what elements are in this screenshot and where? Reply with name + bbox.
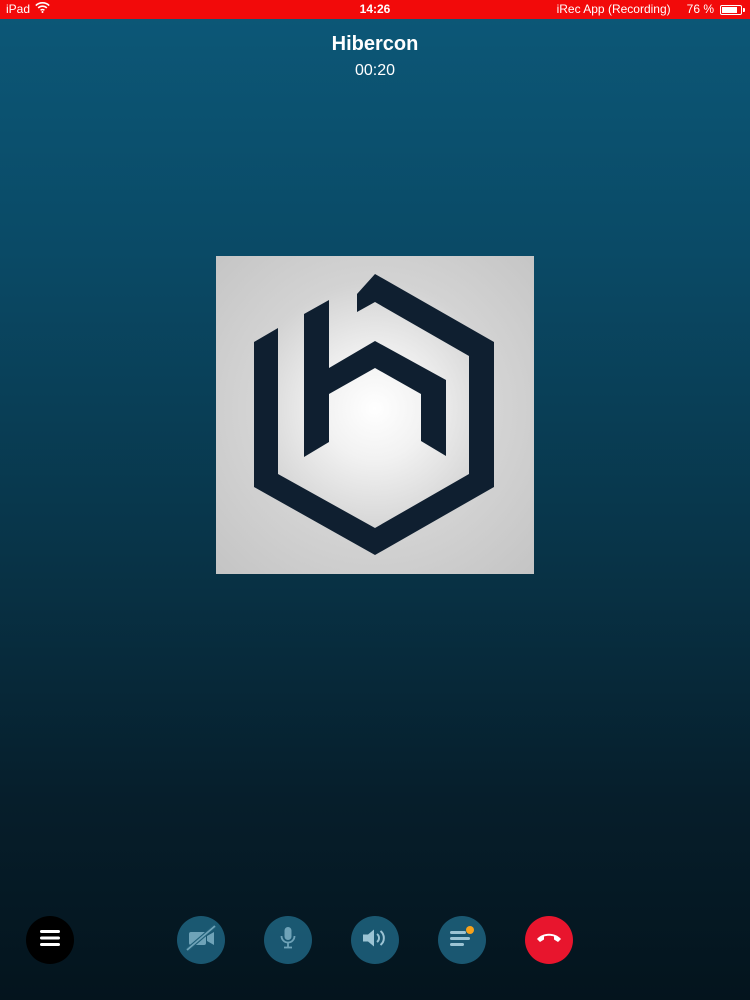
mute-button[interactable]	[264, 916, 312, 964]
microphone-icon	[279, 926, 297, 955]
contact-name: Hibercon	[331, 33, 419, 55]
video-off-icon	[184, 923, 218, 957]
video-toggle-button[interactable]	[177, 916, 225, 964]
unread-badge	[466, 925, 474, 934]
end-call-button[interactable]	[525, 916, 573, 964]
call-screen: iPad 14:26 iRec App (Recording) 76 % Hib…	[0, 0, 750, 1000]
battery-indicator: 76 %	[686, 0, 745, 19]
speaker-icon	[361, 927, 389, 954]
hang-up-icon	[535, 931, 563, 950]
battery-icon	[720, 4, 745, 15]
hibercon-logo-icon	[254, 274, 494, 555]
menu-button[interactable]	[26, 916, 74, 964]
chat-button[interactable]	[438, 916, 486, 964]
battery-percent: 76 %	[686, 2, 714, 16]
status-bar: iPad 14:26 iRec App (Recording) 76 %	[0, 0, 750, 19]
speaker-button[interactable]	[351, 916, 399, 964]
call-duration: 00:20	[354, 62, 396, 79]
chat-list-icon	[448, 925, 476, 956]
hamburger-menu-icon	[40, 929, 60, 951]
recording-label: iRec App (Recording)	[556, 2, 671, 16]
contact-avatar	[216, 256, 534, 574]
battery-fill	[722, 6, 738, 13]
status-bar-right: iRec App (Recording) 76 %	[556, 0, 745, 19]
